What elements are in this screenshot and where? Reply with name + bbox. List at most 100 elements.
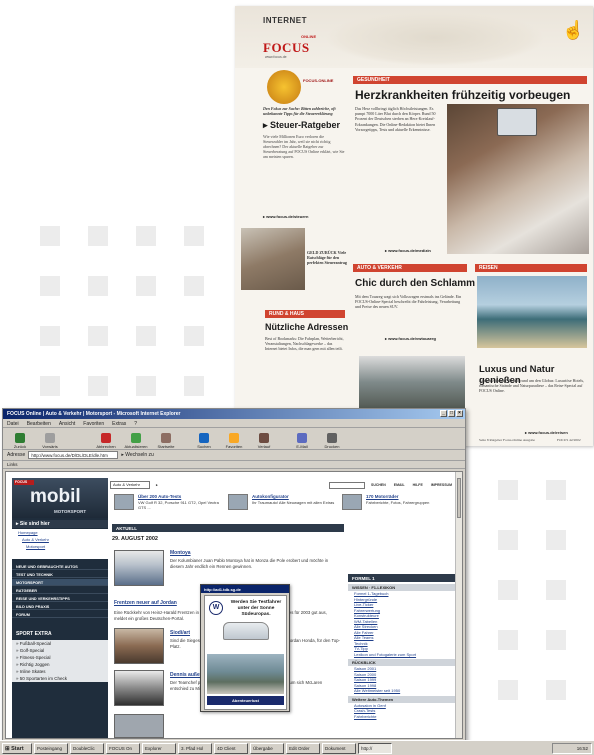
landscape-image — [207, 654, 284, 694]
email-button[interactable]: EMAIL — [392, 483, 407, 487]
sport-item-fitness[interactable]: » Fitness-Special — [12, 654, 108, 661]
help-button[interactable]: HILFE — [411, 483, 425, 487]
address-bar: Adresse http://www.focus.de/D/DL/DLE/dle… — [3, 450, 465, 461]
favorites-button[interactable]: Favoriten — [221, 429, 247, 449]
site-search-button[interactable]: SUCHEN — [369, 483, 388, 487]
article-title-frentzen[interactable]: Frentzen neuer auf Jordan — [114, 600, 177, 606]
refresh-button[interactable]: Aktualisieren — [123, 429, 149, 449]
article-title-siodi[interactable]: Siodi/art — [170, 630, 190, 636]
nav-item-test[interactable]: TEST UND TECHNIK — [12, 571, 108, 578]
sport-item-skates[interactable]: » Inline Skates — [12, 668, 108, 675]
search-label: Suchen — [197, 443, 211, 449]
forward-button[interactable]: Vorwärts — [37, 429, 63, 449]
scroll-thumb[interactable] — [457, 478, 461, 518]
magazine-footer-left: Seite 8 Ratgeber Focus-Online Ausgabe — [479, 438, 535, 442]
popup-text: Werden Sie Testfahrer unter der Sonne Sü… — [230, 600, 282, 617]
touareg-photo — [359, 356, 465, 414]
links-bar: Links — [3, 461, 465, 469]
close-button[interactable]: × — [456, 410, 463, 417]
nav-item-autos[interactable]: NEUE UND GEBRAUCHTE AUTOS — [12, 563, 108, 570]
menu-datei[interactable]: Datei — [7, 421, 19, 427]
task-button[interactable]: DoubleClic — [70, 742, 104, 754]
montoya-photo[interactable] — [114, 550, 164, 586]
minimize-button[interactable]: _ — [440, 410, 447, 417]
schlamm-text: Mit dem Touareg wagt sich Volkswagen ers… — [355, 294, 462, 310]
breadcrumb-auto[interactable]: Auto & Verkehr — [12, 536, 108, 543]
history-label: Verlauf — [257, 443, 271, 449]
article-title-montoya[interactable]: Montoya — [170, 550, 191, 556]
nav-item-forum[interactable]: FORUM — [12, 611, 108, 618]
task-button[interactable]: Edit Order — [286, 742, 320, 754]
menu-bearbeiten[interactable]: Bearbeiten — [27, 421, 51, 427]
nav-item-ratgeber[interactable]: RATGEBER — [12, 587, 108, 594]
sport-item-fussball[interactable]: » Fußball-Special — [12, 640, 108, 647]
more-article-photo[interactable] — [114, 714, 164, 738]
task-button[interactable]: Posteingang — [34, 742, 68, 754]
dennis-photo[interactable] — [114, 670, 164, 706]
focus-mobil-logo[interactable]: FOCUS mobil MOTORSPORT — [12, 478, 108, 518]
task-button[interactable]: 4D Client — [214, 742, 248, 754]
sport-item-golf[interactable]: » Golf-Special — [12, 647, 108, 654]
links-label[interactable]: Links — [7, 462, 18, 467]
task-button[interactable]: Übergabe — [250, 742, 284, 754]
history-button[interactable]: Verlauf — [251, 429, 277, 449]
popup-ad-window[interactable]: http://ad1.tdb.sg.de W Werden Sie Testfa… — [200, 584, 290, 712]
back-button[interactable]: Zurück — [7, 429, 33, 449]
aktuell-bar: AKTUELL — [112, 524, 344, 532]
home-button[interactable]: Startseite — [153, 429, 179, 449]
topic-link[interactable]: Fahrberichte — [348, 714, 458, 720]
globe-graphic — [325, 10, 545, 66]
promo-motorraeder[interactable]: 170 Motorräder Fahrberichte, Fotos, Fahr… — [342, 494, 454, 520]
menu-favoriten[interactable]: Favoriten — [83, 421, 104, 427]
select-go-button[interactable]: ▸ — [154, 483, 160, 487]
popup-body[interactable]: W Werden Sie Testfahrer unter der Sonne … — [204, 595, 287, 710]
mail-button[interactable]: E-Mail — [289, 429, 315, 449]
sport-item-check[interactable]: » 50 Sportarten im Check — [12, 675, 108, 682]
promo-title[interactable]: Über 200 Auto-Tests — [138, 494, 181, 499]
menu-help[interactable]: ? — [134, 421, 137, 427]
print-label: Drucken — [324, 443, 340, 449]
address-input[interactable]: http://www.focus.de/D/DL/DLE/dle.htm — [28, 451, 119, 459]
start-button[interactable]: ⊞ Start — [2, 742, 32, 754]
weitere-head: Weitere Auto-Themen — [348, 695, 458, 703]
medical-photo — [447, 104, 589, 254]
couple-photo — [241, 228, 305, 290]
promo-konfigurator[interactable]: Autokonfigurator Ihr Traumauto! Alle Neu… — [228, 494, 340, 520]
section-select[interactable]: Auto & Verkehr — [110, 481, 150, 489]
promo-title[interactable]: 170 Motorräder — [366, 494, 399, 499]
popup-cta-button[interactable]: Abenteuerlust — [207, 696, 284, 705]
nav-item-reise[interactable]: REISE UND VERKEHRSTIPPS — [12, 595, 108, 602]
maximize-button[interactable]: □ — [448, 410, 455, 417]
magazine-page: INTERNET ONLINE FOCUS www.focus.de ☝ FOC… — [235, 6, 593, 446]
f1-link[interactable]: Lexikon und Fotogalerie zum Sport — [348, 652, 458, 658]
start-label: Start — [11, 745, 24, 752]
nav-item-bild[interactable]: BILD UND PRAXIS — [12, 603, 108, 610]
favorites-label: Favoriten — [225, 443, 243, 449]
impressum-button[interactable]: IMPRESSUM — [429, 483, 454, 487]
taskbar: ⊞ Start Posteingang DoubleClic FOCUS On … — [0, 740, 594, 755]
search-button[interactable]: Suchen — [191, 429, 217, 449]
menu-extras[interactable]: Extras — [112, 421, 126, 427]
task-button[interactable]: FOCUS On — [106, 742, 140, 754]
stop-button[interactable]: Abbrechen — [93, 429, 119, 449]
menu-ansicht[interactable]: Ansicht — [59, 421, 75, 427]
breadcrumb-motorsport[interactable]: Motorsport — [12, 543, 108, 550]
task-button-active[interactable]: http:// — [358, 742, 392, 754]
star-icon — [229, 432, 239, 443]
task-button[interactable]: 3. Pfad Hol — [178, 742, 212, 754]
promo-title[interactable]: Autokonfigurator — [252, 494, 289, 499]
sport-item-joggen[interactable]: » Richtig Joggen — [12, 661, 108, 668]
go-button[interactable]: ▸ Wechseln zu — [121, 452, 153, 458]
stop-icon — [101, 432, 111, 443]
task-button[interactable]: Explorer — [142, 742, 176, 754]
season-link[interactable]: Alle Weltmeister seit 1950 — [348, 688, 458, 694]
site-search-input[interactable] — [329, 481, 365, 489]
print-button[interactable]: Drucken — [319, 429, 345, 449]
task-button[interactable]: Dokument — [322, 742, 356, 754]
promo-autotests[interactable]: Über 200 Auto-Tests VW Golf R 32, Porsch… — [114, 494, 226, 520]
vertical-scrollbar[interactable] — [455, 472, 462, 738]
siodi-photo[interactable] — [114, 628, 164, 664]
nav-item-motorsport[interactable]: MOTORSPORT — [12, 579, 108, 586]
popup-title: http://ad1.tdb.sg.de — [201, 585, 289, 593]
breadcrumb-homepage[interactable]: Homepage — [12, 529, 108, 536]
